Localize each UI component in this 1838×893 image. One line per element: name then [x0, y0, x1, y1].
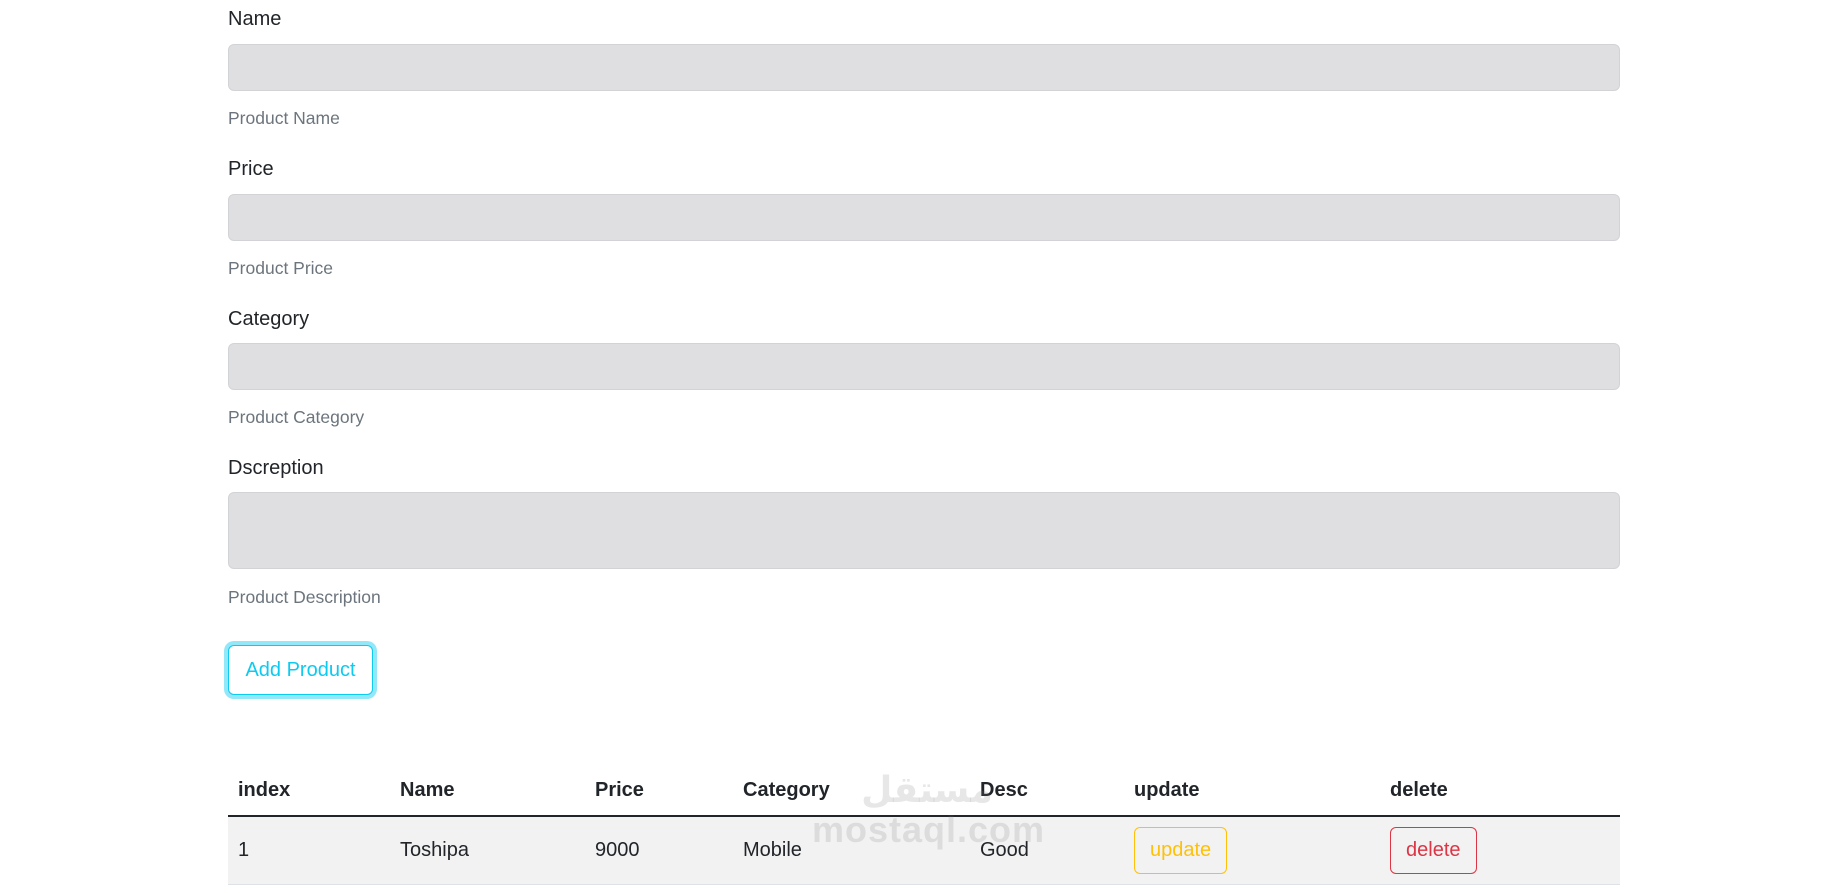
cell-index: 1 [228, 816, 390, 885]
column-header-desc: Desc [970, 765, 1124, 817]
cell-name: Toshipa [390, 816, 585, 885]
delete-button[interactable]: delete [1390, 827, 1477, 874]
table-body: 1 Toshipa 9000 Mobile Good update delete [228, 816, 1620, 885]
column-header-name: Name [390, 765, 585, 817]
name-input[interactable] [228, 44, 1620, 91]
price-input[interactable] [228, 194, 1620, 241]
description-help-text: Product Description [228, 587, 381, 607]
update-button[interactable]: update [1134, 827, 1228, 874]
products-table: index Name Price Category Desc update de… [228, 765, 1620, 885]
column-header-update: update [1124, 765, 1380, 817]
name-label: Name [228, 8, 282, 30]
category-label: Category [228, 308, 310, 330]
cell-delete: delete [1380, 816, 1620, 885]
name-field-group: Name [228, 7, 281, 31]
column-header-price: Price [585, 765, 733, 817]
cell-desc: Good [970, 816, 1124, 885]
price-label: Price [228, 158, 274, 180]
price-help-text: Product Price [228, 258, 334, 278]
column-header-index: index [228, 765, 390, 817]
category-help-text: Product Category [228, 407, 365, 427]
table-row: 1 Toshipa 9000 Mobile Good update delete [228, 816, 1620, 885]
cell-update: update [1124, 816, 1380, 885]
cell-price: 9000 [585, 816, 733, 885]
column-header-delete: delete [1380, 765, 1620, 817]
table-header: index Name Price Category Desc update de… [228, 765, 1620, 817]
column-header-category: Category [733, 765, 970, 817]
category-input[interactable] [228, 343, 1620, 390]
cell-category: Mobile [733, 816, 970, 885]
description-label: Dscreption [228, 457, 324, 479]
name-help-text: Product Name [228, 108, 340, 128]
description-textarea[interactable] [228, 492, 1620, 569]
add-product-button[interactable]: Add Product [228, 645, 373, 695]
table-header-row: index Name Price Category Desc update de… [228, 765, 1620, 817]
